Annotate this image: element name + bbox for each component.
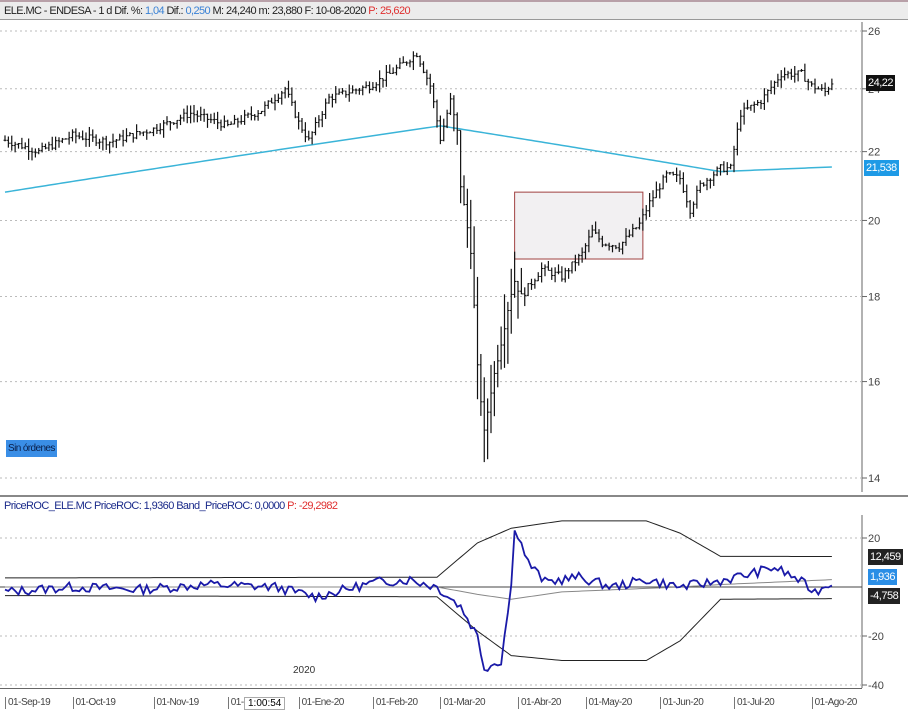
orders-badge[interactable]: Sin órdenes	[6, 440, 57, 457]
year-label: 2020	[293, 665, 316, 676]
x-tick-label: 01-Oct-19	[72, 697, 116, 709]
x-tick-label: 01-Abr-20	[518, 697, 561, 709]
price-tick-label: 20	[868, 215, 880, 227]
x-tick-label: 01-Sep-19	[5, 697, 51, 709]
x-axis: 01-Sep-1901-Oct-1901-Nov-1901-Dic-1901-E…	[0, 688, 862, 709]
x-tick-label: 01-Jul-20	[734, 697, 775, 709]
roc-line	[4, 530, 833, 672]
x-tick-label: 01-Nov-19	[153, 697, 199, 709]
price-tick-label: 26	[868, 26, 880, 38]
x-tick-label: 01-Jun-20	[659, 697, 704, 709]
price-tick-label: 14	[868, 473, 880, 485]
x-tick-label: 01-Feb-20	[372, 697, 418, 709]
band-lower-line	[4, 595, 832, 661]
last-price-tag: 24,22	[866, 75, 896, 91]
roc-tick-label: -20	[868, 631, 884, 643]
roc-value-tag: 1,936	[868, 569, 898, 585]
roc-tick-label: 20	[868, 533, 880, 545]
band-upper-line	[4, 520, 832, 579]
band-lower-tag: -4,758	[868, 588, 901, 604]
x-tick-label: 01-May-20	[585, 697, 632, 709]
chart-canvas[interactable]: 2624222018161420-20-40	[0, 0, 908, 706]
x-tick-label: 01-Mar-20	[440, 697, 486, 709]
cursor-time: 1:00:54	[244, 697, 286, 710]
price-tick-label: 18	[868, 292, 880, 304]
ma-value-tag: 21,538	[864, 160, 899, 176]
roc-tick-label: -40	[868, 680, 884, 692]
highlight-rectangle	[514, 191, 644, 260]
x-tick-label: 01-Ene-20	[298, 697, 344, 709]
price-tick-label: 22	[868, 147, 880, 159]
x-tick-label: 01-Ago-20	[811, 697, 857, 709]
price-tick-label: 16	[868, 377, 880, 389]
band-upper-tag: 12,459	[868, 549, 903, 565]
